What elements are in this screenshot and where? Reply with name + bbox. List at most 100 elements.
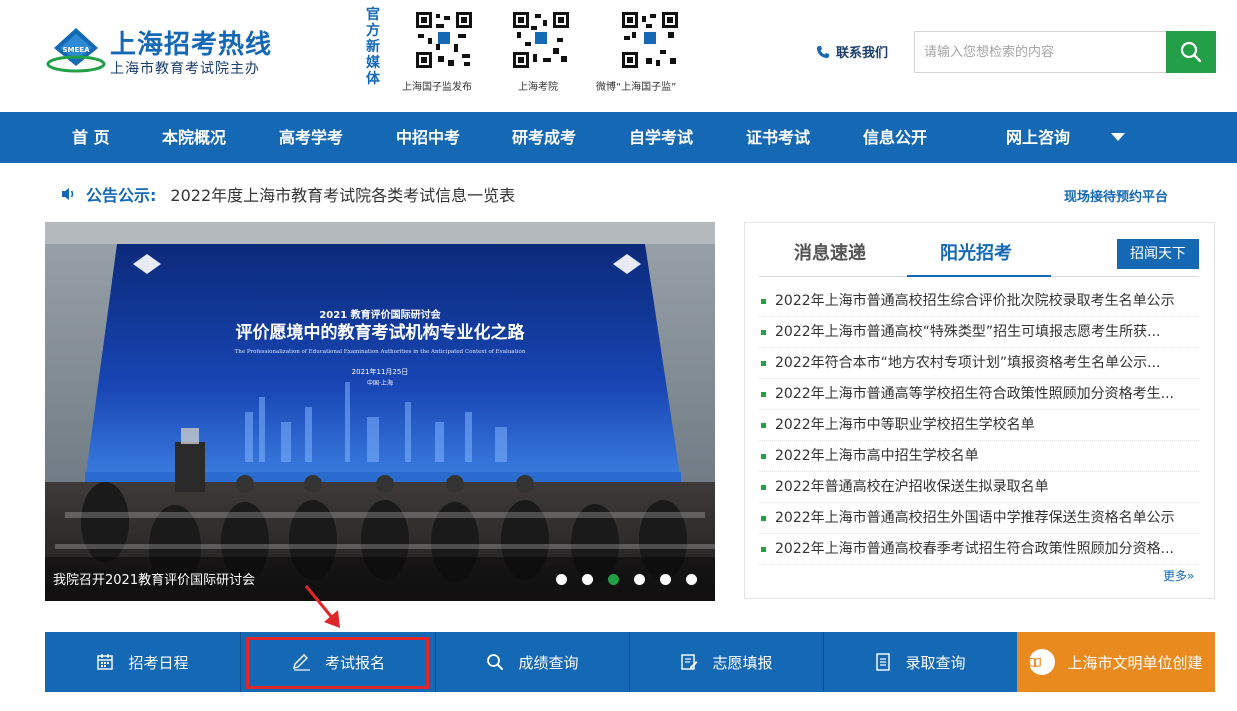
quick-link-label: 志愿填报 (712, 653, 773, 672)
screen-banner-line: 2021 教育评价国际研讨会 (319, 308, 440, 321)
pencil-icon (293, 654, 310, 671)
bullet-icon (761, 299, 766, 304)
nav-item-consult[interactable]: 网上咨询 (1006, 112, 1070, 163)
quick-link-label: 上海市文明单位创建 (1067, 653, 1203, 672)
slide-dot[interactable] (582, 574, 593, 585)
conference-photo: 2021 教育评价国际研讨会 评价愿境中的教育考试机构专业化之路 The Pro… (45, 222, 715, 601)
nav-dropdown-caret-icon[interactable] (1111, 133, 1125, 141)
admission-news-button[interactable]: 招闻天下 (1117, 239, 1199, 269)
screen-banner-line: 评价愿境中的教育考试机构专业化之路 (236, 322, 526, 343)
list-item-text: 2022年上海市普通高校“特殊类型”招生可填报志愿考生所获... (775, 324, 1161, 340)
calendar-icon (97, 654, 114, 670)
site-subtitle: 上海市教育考试院主办 (110, 61, 260, 77)
bullet-icon (761, 485, 766, 490)
qr-code-icon (414, 10, 474, 70)
slide-caption[interactable]: 我院召开2021教育评价国际研讨会 (53, 569, 255, 588)
list-item[interactable]: 2022年上海市普通高等学校招生符合政策性照顾加分资格考生... (759, 379, 1199, 410)
contact-us-label: 联系我们 (836, 46, 889, 61)
list-item[interactable]: 2022年普通高校在沪招收保送生拟录取名单 (759, 472, 1199, 503)
nav-item-gaokao[interactable]: 高考学考 (279, 112, 343, 163)
nav-item-graduate[interactable]: 研考成考 (512, 112, 576, 163)
document-list-icon (876, 653, 891, 671)
tab-sunshine-admission[interactable]: 阳光招考 (940, 239, 1012, 265)
smeea-logo-icon: SMEEA (46, 28, 106, 73)
reservation-platform-link[interactable]: 现场接待预约平台 (1064, 186, 1168, 205)
screen-banner-line: 2021年11月25日 (352, 367, 409, 376)
list-item-text: 2022年上海市普通高校招生综合评价批次院校录取考生名单公示 (775, 293, 1175, 309)
list-item[interactable]: 2022年上海市普通高校招生外国语中学推荐保送生资格名单公示 (759, 503, 1199, 534)
list-item-text: 2022年上海市高中招生学校名单 (775, 448, 979, 464)
list-item-text: 2022年符合本市“地方农村专项计划”填报资格考生名单公示... (775, 355, 1161, 371)
slide-dot-active[interactable] (608, 574, 619, 585)
list-item-text: 2022年上海市普通高等学校招生符合政策性照顾加分资格考生... (775, 386, 1174, 402)
list-item-text: 2022年上海市普通高校春季考试招生符合政策性照顾加分资格... (775, 541, 1174, 557)
quick-application-fill[interactable]: 志愿填报 (630, 632, 823, 692)
bullet-icon (761, 516, 766, 521)
slide-dots (556, 574, 712, 585)
notice-link[interactable]: 2022年度上海市教育考试院各类考试信息一览表 (170, 182, 515, 206)
qr-caption: 微博“上海国子监” (596, 82, 677, 93)
bullet-icon (761, 423, 766, 428)
bullet-icon (761, 392, 766, 397)
red-arrow-icon (304, 585, 340, 628)
qr-caption: 上海考院 (518, 82, 558, 93)
nav-item-home[interactable]: 首 页 (72, 112, 110, 163)
bullet-icon (761, 330, 766, 335)
news-list: 2022年上海市普通高校招生综合评价批次院校录取考生名单公示 2022年上海市普… (759, 286, 1199, 565)
main-nav: 首 页 本院概况 高考学考 中招中考 研考成考 自学考试 证书考试 信息公开 网… (0, 112, 1237, 163)
search-input[interactable] (915, 32, 1166, 72)
book-icon (1029, 649, 1056, 675)
slide-dot[interactable] (660, 574, 671, 585)
qr-code-icon (511, 10, 571, 70)
list-item[interactable]: 2022年符合本市“地方农村专项计划”填报资格考生名单公示... (759, 348, 1199, 379)
nav-item-info-public[interactable]: 信息公开 (863, 112, 927, 163)
list-item[interactable]: 2022年上海市普通高校招生综合评价批次院校录取考生名单公示 (759, 286, 1199, 317)
notice-bar: 公告公示: 2022年度上海市教育考试院各类考试信息一览表 (60, 182, 515, 206)
list-item-text: 2022年普通高校在沪招收保送生拟录取名单 (775, 479, 1049, 495)
quick-score-query[interactable]: 成绩查询 (436, 632, 629, 692)
list-item[interactable]: 2022年上海市中等职业学校招生学校名单 (759, 410, 1199, 441)
screen-banner-line: The Professionalization of Educational E… (235, 349, 526, 355)
slide-dot[interactable] (556, 574, 567, 585)
bullet-icon (761, 361, 766, 366)
quick-link-label: 考试报名 (324, 653, 385, 672)
quick-exam-schedule[interactable]: 招考日程 (45, 632, 240, 692)
quick-links-bar: 招考日程 考试报名 成绩查询 志愿填报 录取查询 上海市文明单位创建 (45, 632, 1215, 692)
quick-exam-registration[interactable]: 考试报名 (241, 632, 435, 692)
quick-link-label: 录取查询 (905, 653, 966, 672)
quick-admission-query[interactable]: 录取查询 (824, 632, 1017, 692)
slide-dot[interactable] (686, 574, 697, 585)
nav-item-certificate[interactable]: 证书考试 (746, 112, 810, 163)
slide-dot[interactable] (634, 574, 645, 585)
bullet-icon (761, 454, 766, 459)
edit-form-icon (681, 654, 698, 670)
tab-news-express[interactable]: 消息速递 (794, 239, 866, 265)
site-logo[interactable]: SMEEA 上海招考热线 上海市教育考试院主办 (46, 24, 286, 84)
search-icon (1180, 41, 1202, 63)
qr-caption: 上海国子监发布 (402, 82, 472, 93)
quick-civilized-unit[interactable]: 上海市文明单位创建 (1017, 632, 1215, 692)
search-icon (487, 654, 504, 670)
contact-us-link[interactable]: 联系我们 (816, 42, 888, 61)
nav-item-self-study[interactable]: 自学考试 (629, 112, 693, 163)
notice-label: 公告公示: (86, 186, 157, 205)
quick-link-label: 成绩查询 (518, 653, 579, 672)
more-news-link[interactable]: 更多» (1163, 567, 1194, 584)
site-title: 上海招考热线 (110, 30, 273, 60)
speaker-icon (62, 188, 74, 200)
search-button[interactable] (1166, 31, 1216, 73)
news-slideshow[interactable]: 2021 教育评价国际研讨会 评价愿境中的教育考试机构专业化之路 The Pro… (45, 222, 715, 601)
logo-badge: SMEEA (63, 46, 91, 54)
news-panel: 消息速递 阳光招考 招闻天下 2022年上海市普通高校招生综合评价批次院校录取考… (744, 222, 1215, 599)
nav-item-zhongkao[interactable]: 中招中考 (396, 112, 460, 163)
bullet-icon (761, 547, 766, 552)
nav-item-about[interactable]: 本院概况 (162, 112, 226, 163)
list-item[interactable]: 2022年上海市高中招生学校名单 (759, 441, 1199, 472)
active-tab-underline (907, 275, 1051, 277)
qr-code-icon (620, 10, 680, 70)
list-item-text: 2022年上海市中等职业学校招生学校名单 (775, 417, 1035, 433)
quick-link-label: 招考日程 (128, 653, 189, 672)
site-header: SMEEA 上海招考热线 上海市教育考试院主办 官方新媒体 上海国子监发布 上海… (0, 0, 1237, 112)
list-item[interactable]: 2022年上海市普通高校“特殊类型”招生可填报志愿考生所获... (759, 317, 1199, 348)
list-item[interactable]: 2022年上海市普通高校春季考试招生符合政策性照顾加分资格... (759, 534, 1199, 565)
